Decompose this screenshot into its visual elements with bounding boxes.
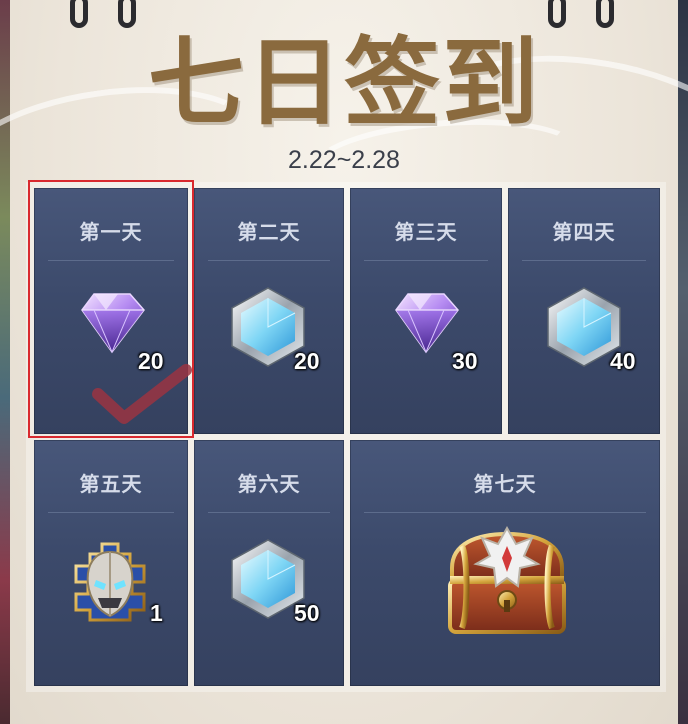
date-range: 2.22~2.28 — [288, 146, 400, 174]
day-label: 第六天 — [237, 474, 301, 496]
day-card-3[interactable]: 第三天 30 — [350, 188, 502, 434]
day-card-7[interactable]: 第七天 — [350, 440, 660, 686]
page-title: 七日签到 — [148, 26, 540, 139]
divider — [208, 512, 330, 513]
divider — [364, 512, 646, 513]
day-label: 第三天 — [394, 222, 458, 244]
divider — [522, 260, 646, 261]
reward-quantity: 20 — [294, 348, 320, 374]
reward-quantity: 50 — [294, 600, 320, 626]
treasure-chest-icon — [448, 525, 566, 634]
day-card-4[interactable]: 第四天 40 — [508, 188, 660, 434]
sign-in-calendar-panel: 七日签到 2.22~2.28 第一天 20 第二天 20 第三天 30 第四天 … — [0, 0, 688, 724]
hero-helmet-fragment-icon — [74, 542, 146, 622]
divider — [48, 512, 174, 513]
day-label: 第二天 — [237, 222, 301, 244]
day-card-6[interactable]: 第六天 50 — [194, 440, 344, 686]
reward-quantity: 40 — [610, 348, 636, 374]
reward-quantity: 1 — [150, 600, 163, 626]
binder-ring-icon — [548, 0, 566, 28]
day-label: 第五天 — [79, 474, 143, 496]
day-card-2[interactable]: 第二天 20 — [194, 188, 344, 434]
selection-highlight — [28, 180, 194, 438]
divider — [364, 260, 488, 261]
day-card-5[interactable]: 第五天 1 — [34, 440, 188, 686]
binder-ring-icon — [118, 0, 136, 28]
binder-ring-icon — [596, 0, 614, 28]
divider — [208, 260, 330, 261]
binder-ring-icon — [70, 0, 88, 28]
reward-quantity: 30 — [452, 348, 478, 374]
day-label: 第七天 — [473, 474, 537, 496]
day-label: 第四天 — [552, 222, 616, 244]
